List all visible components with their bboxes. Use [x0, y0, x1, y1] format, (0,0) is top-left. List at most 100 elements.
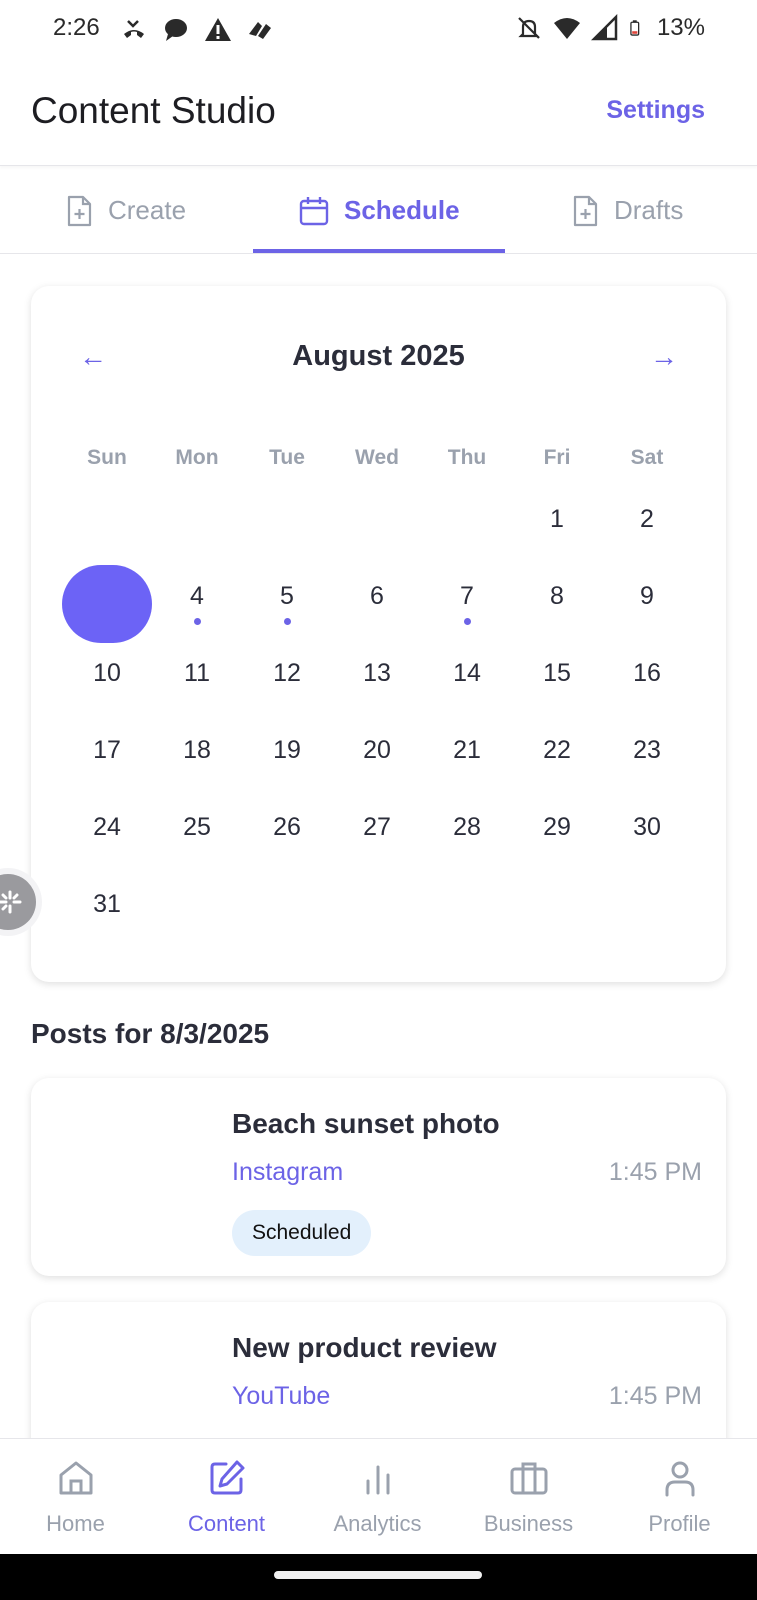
calendar-day[interactable]: 30: [602, 799, 692, 875]
calendar-day[interactable]: 28: [422, 799, 512, 875]
calendar-day[interactable]: 15: [512, 645, 602, 721]
calendar-day[interactable]: 25: [152, 799, 242, 875]
post-platform: YouTube: [232, 1382, 331, 1410]
calendar-day-number: 28: [453, 813, 481, 841]
weekday-label: Sat: [630, 446, 664, 469]
calendar-day[interactable]: 17: [62, 722, 152, 798]
calendar-day-number: 7: [460, 582, 474, 610]
calendar-day[interactable]: 19: [242, 722, 332, 798]
calendar-day-number: 19: [273, 736, 301, 764]
calendar-day[interactable]: 1: [512, 491, 602, 567]
calendar-day-number: 27: [363, 813, 391, 841]
calendar-day[interactable]: 9: [602, 568, 692, 644]
calendar-day[interactable]: 29: [512, 799, 602, 875]
status-time: 2:26: [53, 14, 100, 41]
calendar-day-number: 5: [280, 582, 294, 610]
calendar-day-number: 26: [273, 813, 301, 841]
post-time: 1:45 PM: [608, 1382, 702, 1410]
post-title: Beach sunset photo: [232, 1108, 500, 1139]
calendar-day-number: 21: [453, 736, 481, 764]
calendar-day[interactable]: 10: [62, 645, 152, 721]
calendar-day[interactable]: 31: [62, 876, 152, 952]
home-gesture-handle[interactable]: [274, 1571, 482, 1579]
calendar-day[interactable]: 8: [512, 568, 602, 644]
weekday-label: Tue: [269, 446, 305, 469]
next-month-button[interactable]: →: [650, 341, 678, 373]
calendar-month-label: August 2025: [292, 340, 465, 372]
calendar-day-number: 8: [550, 582, 564, 610]
nav-content[interactable]: Content: [151, 1439, 302, 1555]
post-card[interactable]: Beach sunset photo Instagram 1:45 PM Sch…: [31, 1078, 726, 1276]
calendar-day[interactable]: 21: [422, 722, 512, 798]
calendar-day-number: 6: [370, 582, 384, 610]
nav-content-label: Content: [187, 1511, 266, 1536]
tab-drafts-label: Drafts: [614, 195, 684, 225]
calendar-day-number: 25: [183, 813, 211, 841]
weekday-label: Wed: [355, 446, 399, 469]
calendar-day[interactable]: 23: [602, 722, 692, 798]
status-right: 13%: [515, 14, 705, 42]
tab-create-label: Create: [108, 195, 187, 225]
floating-assist-button[interactable]: [0, 874, 36, 930]
tab-schedule[interactable]: Schedule: [298, 167, 460, 254]
settings-button[interactable]: Settings: [606, 96, 705, 125]
post-time: 1:45 PM: [608, 1158, 702, 1186]
calendar-day[interactable]: 16: [602, 645, 692, 721]
post-indicator-dot: [463, 618, 471, 625]
calendar-day-number: 18: [183, 736, 211, 764]
edit-icon: [210, 1460, 245, 1495]
calendar-day-number: 9: [640, 582, 654, 610]
nav-business-label: Business: [483, 1511, 574, 1536]
calendar-card: ← August 2025 → Sun Mon Tue Wed Thu Fri …: [31, 286, 726, 982]
status-left-icons: [120, 16, 274, 44]
missed-call-icon: [124, 20, 144, 38]
calendar-day[interactable]: 13: [332, 645, 422, 721]
calendar-day-number: 22: [543, 736, 571, 764]
calendar-day[interactable]: 26: [242, 799, 332, 875]
nav-home-label: Home: [46, 1511, 105, 1536]
calendar-day[interactable]: 5: [242, 568, 332, 644]
calendar-day[interactable]: 4: [152, 568, 242, 644]
calendar-day-number: 12: [273, 659, 301, 687]
calendar-day[interactable]: 27: [332, 799, 422, 875]
calendar-day-number: 2: [640, 505, 654, 533]
calendar-day[interactable]: 6: [332, 568, 422, 644]
calendar-day[interactable]: 11: [152, 645, 242, 721]
calendar-day-number: 11: [184, 659, 210, 687]
calendar-day-number: 14: [453, 659, 481, 687]
tab-schedule-label: Schedule: [344, 195, 460, 225]
calendar-day[interactable]: 14: [422, 645, 512, 721]
tab-drafts[interactable]: Drafts: [570, 167, 683, 254]
weekday-label: Mon: [175, 446, 219, 469]
calendar-day[interactable]: 7: [422, 568, 512, 644]
battery-percent: 13%: [656, 14, 705, 41]
briefcase-icon: [510, 1462, 548, 1495]
calendar-day-selected[interactable]: [62, 568, 152, 644]
calendar-day[interactable]: 12: [242, 645, 332, 721]
nav-analytics[interactable]: Analytics: [302, 1439, 453, 1555]
user-icon: [665, 1461, 695, 1497]
active-tab-indicator: [253, 249, 505, 253]
notifications-off-icon: [518, 17, 540, 39]
system-navigation-bar: [0, 1554, 757, 1600]
calendar-day-number: 30: [633, 813, 661, 841]
nav-home[interactable]: Home: [0, 1439, 151, 1555]
calendar-day-number: 4: [190, 582, 204, 610]
nav-business[interactable]: Business: [453, 1439, 604, 1555]
calendar-day[interactable]: 2: [602, 491, 692, 567]
calendar-day-number: 23: [633, 736, 661, 764]
calendar-day-number: 17: [93, 736, 121, 764]
status-badge: Scheduled: [232, 1210, 372, 1256]
calendar-day-number: 24: [93, 813, 121, 841]
calendar-day[interactable]: 18: [152, 722, 242, 798]
nav-profile[interactable]: Profile: [604, 1439, 755, 1555]
calendar-day-number: 20: [363, 736, 391, 764]
calendar-day[interactable]: 20: [332, 722, 422, 798]
tab-create[interactable]: Create: [64, 167, 186, 254]
weekday-label: Thu: [447, 446, 487, 469]
status-bar: 2:26 13%: [0, 0, 757, 60]
message-icon: [165, 19, 187, 41]
calendar-day[interactable]: 22: [512, 722, 602, 798]
nav-analytics-label: Analytics: [333, 1511, 422, 1536]
calendar-day[interactable]: 24: [62, 799, 152, 875]
